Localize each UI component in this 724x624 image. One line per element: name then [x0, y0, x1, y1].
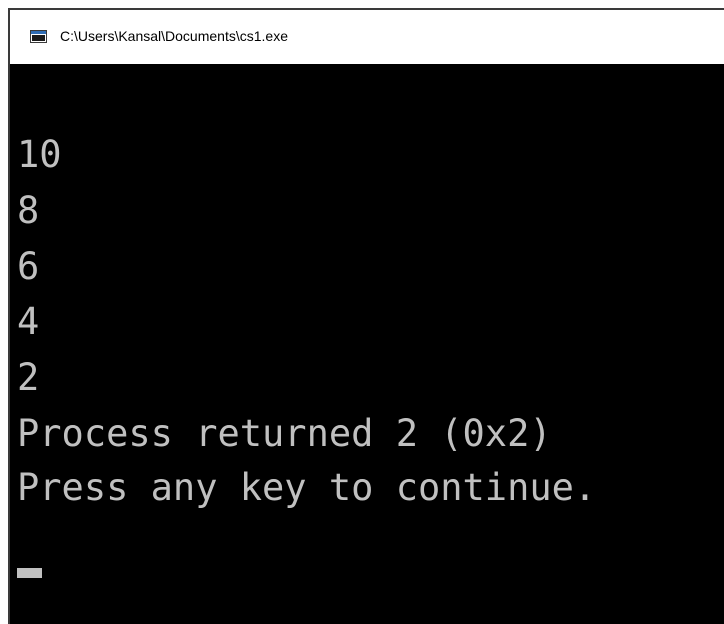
- text-cursor: [17, 568, 42, 578]
- console-window: C:\Users\Kansal\Documents\cs1.exe 10 8 6…: [8, 8, 724, 624]
- console-line: 8: [17, 189, 40, 232]
- title-bar[interactable]: C:\Users\Kansal\Documents\cs1.exe: [10, 10, 724, 64]
- console-app-icon[interactable]: [30, 30, 47, 43]
- press-key-prompt: Press any key to continue.: [17, 466, 597, 509]
- console-line: 2: [17, 356, 40, 399]
- console-line: 10: [17, 133, 62, 176]
- process-return-line: Process returned 2 (0x2): [17, 412, 552, 455]
- window-title: C:\Users\Kansal\Documents\cs1.exe: [60, 28, 288, 44]
- console-output[interactable]: 10 8 6 4 2 Process returned 2 (0x2) Pres…: [10, 64, 724, 624]
- console-line: 4: [17, 300, 40, 343]
- console-line: 6: [17, 245, 40, 288]
